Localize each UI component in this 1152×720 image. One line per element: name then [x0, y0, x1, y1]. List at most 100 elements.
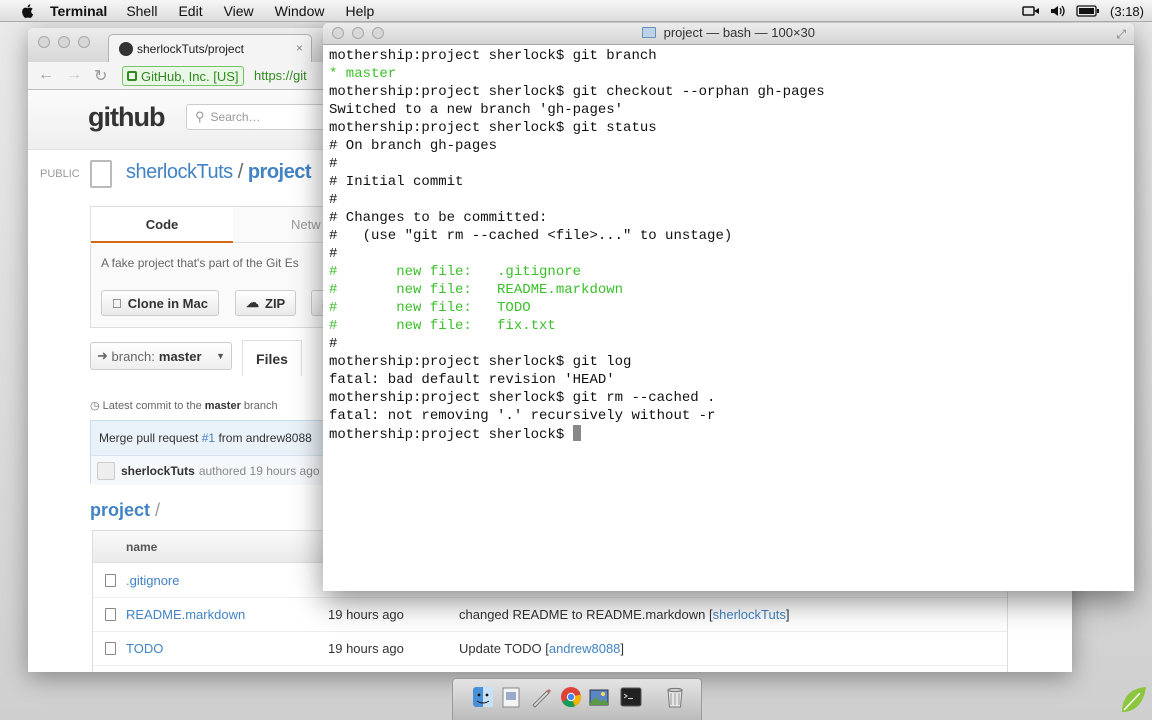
- repo-owner-link[interactable]: sherlockTuts: [126, 161, 233, 183]
- file-age: 19 hours ago: [328, 641, 404, 656]
- file-commit: Update TODO [andrew8088]: [459, 641, 624, 656]
- commit-author-link[interactable]: sherlockTuts: [713, 607, 786, 622]
- terminal-title: project — bash — 100×30: [323, 25, 1134, 40]
- trash-icon[interactable]: [663, 683, 687, 711]
- pen-icon[interactable]: [529, 683, 553, 711]
- folder-icon: [641, 27, 656, 38]
- file-name-link[interactable]: README.markdown: [126, 607, 245, 622]
- address-bar-url[interactable]: https://git: [254, 68, 307, 83]
- terminal-line: #: [329, 336, 338, 352]
- breadcrumb-project[interactable]: project: [90, 500, 150, 520]
- close-window-button[interactable]: [38, 36, 50, 48]
- commit-author[interactable]: sherlockTuts: [121, 464, 195, 478]
- battery-icon[interactable]: [1076, 5, 1100, 17]
- latest-commit-label: ◷ Latest commit to the master branch: [90, 399, 278, 412]
- lock-icon: [127, 71, 137, 81]
- terminal-line: * master: [329, 66, 397, 82]
- commit-text: Update TODO [: [459, 641, 549, 656]
- apple-icon[interactable]: [20, 3, 36, 19]
- menu-shell[interactable]: Shell: [126, 3, 157, 19]
- battery-time: (3:18): [1110, 3, 1144, 19]
- clone-in-mac-button[interactable]:  Clone in Mac: [101, 290, 219, 316]
- tab-network[interactable]: Netw: [291, 217, 321, 232]
- github-logo[interactable]: github: [88, 102, 165, 133]
- terminal-line: # new file: fix.txt: [329, 318, 556, 334]
- avatar: [97, 462, 115, 480]
- search-placeholder: Search…: [210, 110, 261, 124]
- terminal-line: mothership:project sherlock$ git checkou…: [329, 84, 825, 100]
- zip-label: ZIP: [265, 295, 286, 311]
- screen-record-icon[interactable]: [1022, 5, 1040, 17]
- terminal-icon[interactable]: [619, 683, 643, 711]
- terminal-line: # new file: .gitignore: [329, 264, 582, 280]
- browser-tab[interactable]: sherlockTuts/project ×: [108, 34, 312, 62]
- file-icon: [105, 642, 116, 655]
- terminal-line: mothership:project sherlock$: [329, 425, 1124, 443]
- branch-name: master: [158, 348, 202, 364]
- file-name-link[interactable]: .gitignore: [126, 573, 179, 588]
- tab-close-icon[interactable]: ×: [296, 41, 303, 55]
- branch-selector[interactable]: ➜ branch: master ▼: [90, 342, 232, 370]
- menu-bar: Terminal Shell Edit View Window Help (3:…: [0, 0, 1152, 22]
- preview-icon[interactable]: [499, 683, 523, 711]
- table-row[interactable]: README.markdown 19 hours ago changed REA…: [93, 598, 1007, 632]
- menu-edit[interactable]: Edit: [178, 3, 202, 19]
- repo-description: A fake project that's part of the Git Es: [101, 256, 299, 270]
- pull-request-link[interactable]: #1: [202, 431, 215, 445]
- chrome-icon[interactable]: [559, 683, 583, 711]
- file-icon: [105, 608, 116, 621]
- commit-suffix: from andrew8088: [218, 431, 312, 445]
- fullscreen-icon[interactable]: ⤢: [1116, 27, 1126, 42]
- breadcrumb-separator: /: [155, 500, 161, 520]
- terminal-line: # Initial commit: [329, 174, 464, 190]
- file-commit: changed README to README.markdown [sherl…: [459, 607, 789, 622]
- iphoto-icon[interactable]: [587, 683, 611, 711]
- terminal-line: # new file: TODO: [329, 300, 531, 316]
- menu-help[interactable]: Help: [345, 3, 374, 19]
- volume-icon[interactable]: [1050, 4, 1066, 18]
- clock-icon: ◷: [90, 400, 100, 412]
- repo-icon: [90, 160, 112, 188]
- files-tab[interactable]: Files: [242, 340, 302, 376]
- latest-prefix: Latest commit to the: [102, 400, 202, 412]
- terminal-cursor: [572, 425, 581, 441]
- terminal-line: # Changes to be committed:: [329, 210, 548, 226]
- terminal-line: #: [329, 156, 338, 172]
- commit-time: authored 19 hours ago: [198, 463, 320, 478]
- commit-author-link[interactable]: andrew8088: [549, 641, 621, 656]
- minimize-window-button[interactable]: [58, 36, 70, 48]
- table-row[interactable]: TODO 19 hours ago Update TODO [andrew808…: [93, 632, 1007, 666]
- terminal-line: # (use "git rm --cached <file>..." to un…: [329, 228, 733, 244]
- ssl-badge[interactable]: GitHub, Inc. [US]: [122, 66, 244, 86]
- github-search-input[interactable]: ⚲ Search…: [186, 104, 326, 130]
- terminal-line: #: [329, 246, 338, 262]
- terminal-window[interactable]: project — bash — 100×30 ⤢ mothership:pro…: [323, 23, 1134, 591]
- cloud-download-icon: ☁: [246, 295, 259, 310]
- terminal-line: mothership:project sherlock$ git rm --ca…: [329, 390, 716, 406]
- terminal-output[interactable]: mothership:project sherlock$ git branch *…: [329, 47, 1124, 587]
- menu-view[interactable]: View: [224, 3, 254, 19]
- zoom-window-button[interactable]: [78, 36, 90, 48]
- column-name: name: [126, 540, 158, 554]
- terminal-title-bar[interactable]: project — bash — 100×30 ⤢: [323, 23, 1134, 45]
- forward-button[interactable]: →: [66, 66, 82, 84]
- terminal-line: Switched to a new branch 'gh-pages': [329, 102, 624, 118]
- finder-icon[interactable]: [471, 683, 495, 711]
- dock: [452, 678, 702, 720]
- repo-name-link[interactable]: project: [248, 161, 312, 183]
- file-age: 19 hours ago: [328, 607, 404, 622]
- menu-window[interactable]: Window: [275, 3, 325, 19]
- clone-label: Clone in Mac: [118, 295, 208, 311]
- tab-code[interactable]: Code: [91, 207, 233, 243]
- branch-icon: ➜: [97, 348, 112, 363]
- branch-prefix: branch:: [111, 348, 155, 364]
- file-name-link[interactable]: TODO: [126, 641, 163, 656]
- reload-button[interactable]: ↻: [94, 66, 107, 86]
- zip-button[interactable]: ☁ ZIP: [235, 290, 297, 316]
- terminal-line: mothership:project sherlock$ git status: [329, 120, 657, 136]
- menu-app-terminal[interactable]: Terminal: [50, 3, 107, 19]
- repo-separator: /: [237, 161, 244, 183]
- repo-title: sherlockTuts / project: [126, 161, 312, 184]
- back-button[interactable]: ←: [38, 66, 54, 84]
- apple-small-icon: : [112, 296, 122, 311]
